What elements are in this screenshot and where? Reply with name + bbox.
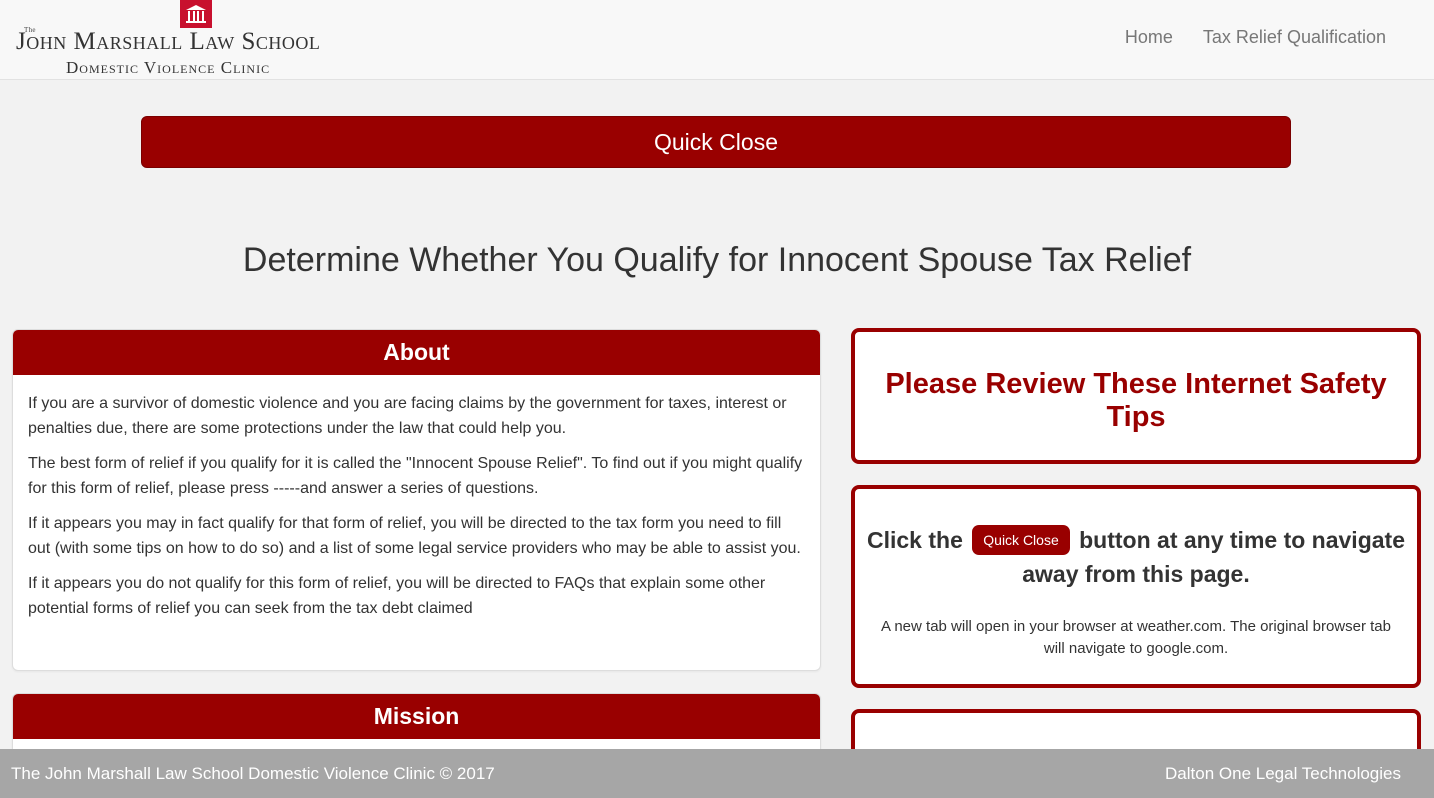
about-heading: About xyxy=(13,330,820,375)
main-nav: Home Tax Relief Qualification xyxy=(1125,27,1386,48)
safety-title: Please Review These Internet Safety Tips xyxy=(885,368,1387,433)
top-navbar: The John Marshall Law School Domestic Vi… xyxy=(0,0,1434,80)
click-text-after: button at any time to navigate away from… xyxy=(1022,527,1405,587)
footer: The John Marshall Law School Domestic Vi… xyxy=(0,749,1434,798)
nav-home-link[interactable]: Home xyxy=(1125,27,1173,48)
brand-subtitle: Domestic Violence Clinic xyxy=(66,58,271,77)
about-panel: About If you are a survivor of domestic … xyxy=(12,329,821,671)
brand-logo[interactable]: The John Marshall Law School Domestic Vi… xyxy=(16,0,351,80)
footer-copyright: The John Marshall Law School Domestic Vi… xyxy=(11,764,495,783)
about-paragraph: If it appears you do not qualify for thi… xyxy=(28,575,766,617)
quick-close-note: A new tab will open in your browser at w… xyxy=(881,618,1391,657)
quick-close-instructions: Click the Quick Close button at any time… xyxy=(855,523,1417,591)
about-body: If you are a survivor of domestic violen… xyxy=(13,375,820,621)
about-paragraph: If you are a survivor of domestic violen… xyxy=(28,395,787,437)
footer-credit: Dalton One Legal Technologies xyxy=(1165,764,1401,783)
inline-quick-close-button[interactable]: Quick Close xyxy=(972,524,1070,555)
building-icon xyxy=(180,0,212,28)
brand-title: John Marshall Law School xyxy=(16,28,321,55)
nav-tax-relief-link[interactable]: Tax Relief Qualification xyxy=(1203,27,1386,48)
click-text-before: Click the xyxy=(867,527,963,553)
page-title: Determine Whether You Qualify for Innoce… xyxy=(242,240,1192,279)
about-paragraph: If it appears you may in fact qualify fo… xyxy=(28,515,801,557)
quick-close-info-box: Click the Quick Close button at any time… xyxy=(851,485,1421,688)
mission-heading: Mission xyxy=(13,694,820,739)
about-paragraph: The best form of relief if you qualify f… xyxy=(28,455,803,497)
safety-tips-box: Please Review These Internet Safety Tips xyxy=(851,328,1421,464)
quick-close-button[interactable]: Quick Close xyxy=(141,116,1291,168)
